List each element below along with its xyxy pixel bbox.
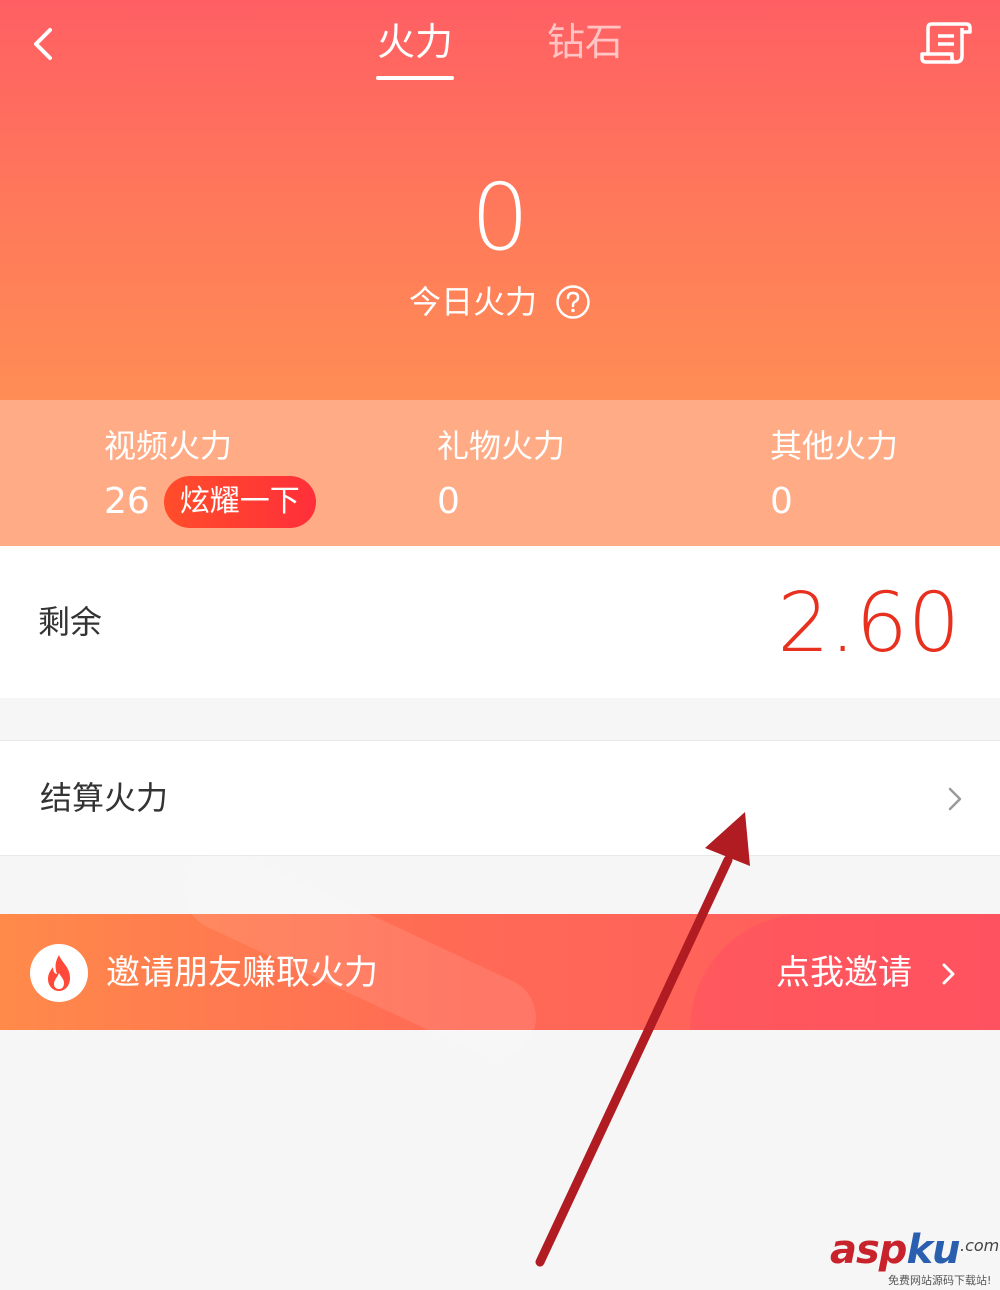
chevron-left-icon: [34, 28, 52, 60]
invite-label: 邀请朋友赚取火力: [106, 953, 378, 993]
watermark-tagline: 免费网站源码下载站!: [888, 1274, 992, 1287]
stat-gift-fire: 礼物火力 0: [437, 424, 565, 528]
question-circle-icon[interactable]: [555, 284, 591, 320]
records-button[interactable]: [918, 18, 974, 68]
scroll-icon: [920, 22, 972, 64]
today-fire-value: 0: [470, 164, 530, 271]
stat-other-fire: 其他火力 0: [770, 424, 898, 528]
chevron-right-icon: [948, 787, 962, 811]
stat-value: 0: [437, 481, 460, 522]
active-tab-indicator: [376, 76, 454, 80]
stat-label: 礼物火力: [437, 427, 566, 465]
tab-diamond[interactable]: 钻石: [547, 16, 623, 68]
fire-badge: [30, 944, 88, 1002]
watermark-logo: aspku: [830, 1227, 961, 1273]
stat-video-fire: 视频火力 26 炫耀一下: [104, 424, 316, 528]
balance-label: 剩余: [38, 603, 103, 641]
stat-value: 26: [104, 481, 150, 522]
balance-value: 2.60: [777, 576, 960, 671]
tab-fire[interactable]: 火力: [377, 16, 453, 68]
today-fire-label: 今日火力: [408, 283, 537, 321]
stat-value: 0: [770, 481, 793, 522]
invite-action-link[interactable]: 点我邀请: [776, 950, 912, 996]
chevron-right-icon: [942, 963, 955, 985]
settle-fire-label: 结算火力: [40, 779, 169, 817]
flame-icon: [48, 955, 70, 991]
stat-label: 其他火力: [770, 427, 899, 465]
site-watermark: aspku .com 免费网站源码下载站!: [830, 1228, 1000, 1288]
back-button[interactable]: [22, 20, 66, 68]
today-fire-row: 今日火力: [0, 280, 1000, 324]
stat-label: 视频火力: [104, 427, 233, 465]
flaunt-button[interactable]: 炫耀一下: [163, 476, 316, 528]
watermark-domain: .com: [960, 1236, 1000, 1255]
